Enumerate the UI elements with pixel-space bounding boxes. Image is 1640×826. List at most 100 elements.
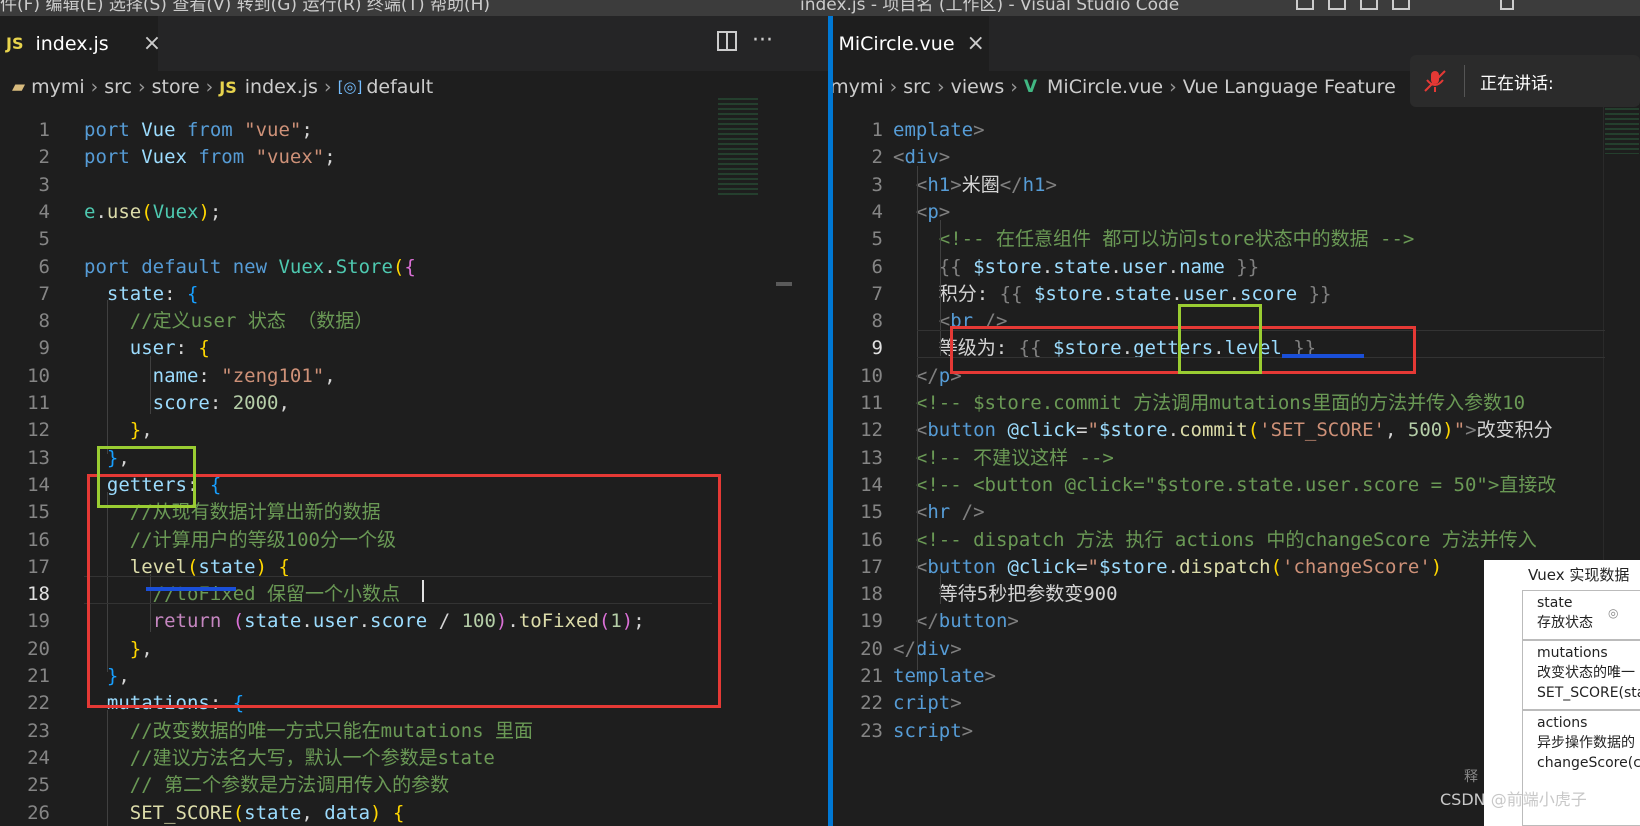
line-text: name: "zeng101", bbox=[84, 362, 336, 390]
token: 100 bbox=[461, 610, 496, 633]
line-text: }, bbox=[84, 635, 153, 663]
breadcrumb-item[interactable]: src bbox=[903, 76, 931, 98]
level-underline bbox=[146, 587, 236, 591]
cell-code: SET_SCORE(sta bbox=[1537, 685, 1640, 701]
token: . bbox=[507, 610, 519, 633]
token: </ bbox=[915, 610, 939, 633]
layout-toggle-panel-icon[interactable] bbox=[1328, 0, 1346, 10]
token: port bbox=[84, 255, 142, 278]
layout-toggle-secondary-icon[interactable] bbox=[1360, 0, 1378, 10]
close-icon[interactable]: × bbox=[143, 31, 161, 56]
line-number: 24 bbox=[27, 746, 50, 769]
breadcrumb-item[interactable]: index.js bbox=[245, 76, 318, 98]
line-number: 10 bbox=[27, 364, 50, 387]
breadcrumb-item[interactable]: default bbox=[366, 76, 433, 98]
line-text: </p> bbox=[893, 362, 962, 390]
token: . bbox=[1167, 419, 1180, 442]
breadcrumb-item[interactable]: mymi bbox=[31, 76, 85, 98]
vue-file-icon: V bbox=[1023, 77, 1038, 97]
token: <!-- 在任意组件 都可以访问store状态中的数据 --> bbox=[938, 228, 1415, 251]
token: ; bbox=[301, 119, 313, 141]
scrollbar-thumb[interactable] bbox=[776, 282, 792, 286]
token: mutations bbox=[106, 692, 210, 715]
token: : bbox=[164, 282, 187, 305]
token: state bbox=[1053, 255, 1111, 278]
line-text: return (state.user.score / 100).toFixed(… bbox=[84, 607, 645, 635]
line-number: 14 bbox=[27, 473, 50, 496]
layout-toggle-sidebar-icon[interactable] bbox=[1296, 0, 1314, 10]
breadcrumb-item[interactable]: views bbox=[951, 76, 1005, 98]
close-icon[interactable]: × bbox=[967, 31, 985, 56]
token: > bbox=[973, 119, 985, 141]
split-editor-icon[interactable] bbox=[716, 30, 738, 52]
line-text: state: { bbox=[84, 280, 199, 308]
token: ( bbox=[186, 555, 199, 578]
token: template bbox=[893, 665, 985, 687]
tab-index-js[interactable]: JS index.js × bbox=[0, 16, 161, 71]
token: score bbox=[1239, 282, 1298, 305]
token: user bbox=[129, 337, 176, 360]
token: > bbox=[1465, 419, 1477, 442]
token: ( bbox=[232, 610, 245, 633]
muted-mic-icon[interactable] bbox=[1422, 68, 1448, 94]
breadcrumb-item[interactable]: src bbox=[104, 76, 132, 98]
line-text: <div> bbox=[893, 143, 950, 171]
token: from bbox=[186, 119, 245, 141]
token: Vuex bbox=[152, 200, 199, 223]
token: ( bbox=[392, 255, 405, 278]
tab-micircle-vue[interactable]: V MiCircle.vue × bbox=[833, 16, 989, 71]
token: default bbox=[141, 255, 233, 278]
watermark: CSDN @前端小虎子 bbox=[1440, 790, 1587, 809]
layout-customize-icon[interactable] bbox=[1392, 0, 1410, 10]
breadcrumb-item[interactable]: Vue Language Feature bbox=[1183, 76, 1396, 98]
indent-guide bbox=[150, 356, 151, 414]
token: name bbox=[1179, 255, 1225, 278]
line-number: 15 bbox=[860, 501, 883, 524]
breadcrumb-item[interactable]: store bbox=[152, 76, 200, 98]
line-text: {{ $store.state.user.name }} bbox=[893, 253, 1259, 281]
token: score bbox=[370, 610, 428, 633]
cell-title: state bbox=[1537, 595, 1573, 611]
more-actions-icon[interactable]: ··· bbox=[752, 28, 773, 53]
minimap[interactable] bbox=[718, 98, 758, 198]
line-text: 积分: {{ $store.state.user.score }} bbox=[893, 280, 1332, 308]
breadcrumb-item[interactable]: MiCircle.vue bbox=[1047, 76, 1163, 98]
line-text: // 第二个参数是方法调用传入的参数 bbox=[84, 771, 449, 799]
line-text: <!-- $store.commit 方法调用mutations里面的方法并传入… bbox=[893, 389, 1525, 417]
token: } bbox=[129, 637, 142, 660]
token: user bbox=[1182, 282, 1229, 305]
token: > bbox=[1045, 173, 1057, 196]
token: $store bbox=[1098, 555, 1168, 578]
line-number: 4 bbox=[38, 200, 50, 223]
token: 500 bbox=[1407, 419, 1443, 442]
line-number: 3 bbox=[871, 173, 883, 196]
token: $store bbox=[1098, 419, 1168, 442]
line-text: mutations: { bbox=[84, 689, 244, 717]
line-text: //从现有数据计算出新的数据 bbox=[84, 498, 381, 526]
token: $store bbox=[1033, 282, 1103, 305]
token: $store bbox=[973, 255, 1042, 278]
token: commit bbox=[1179, 419, 1248, 442]
token: , bbox=[141, 419, 153, 442]
token: // 第二个参数是方法调用传入的参数 bbox=[129, 774, 450, 797]
token: . bbox=[1228, 282, 1240, 305]
token: ) bbox=[621, 610, 634, 633]
token: //从现有数据计算出新的数据 bbox=[129, 501, 381, 524]
token: toFixed bbox=[518, 610, 599, 633]
line-number: 7 bbox=[38, 282, 50, 305]
minimize-icon[interactable] bbox=[1500, 0, 1514, 10]
token: , bbox=[118, 665, 130, 687]
line-number: 21 bbox=[27, 665, 50, 687]
breadcrumb-item[interactable]: mymi bbox=[833, 76, 884, 98]
line-text: user: { bbox=[84, 334, 210, 362]
token: 'SET_SCORE' bbox=[1259, 419, 1386, 442]
token: Vuex bbox=[141, 146, 199, 169]
tab-bar: JS index.js × ··· bbox=[0, 16, 828, 71]
token: ) bbox=[1430, 555, 1443, 578]
token: //改变数据的唯一方式只能在mutations 里面 bbox=[129, 719, 534, 742]
menu-bar[interactable]: 件(F) 编辑(E) 选择(S) 查看(V) 转到(G) 运行(R) 终端(T)… bbox=[0, 0, 490, 15]
line-number: 6 bbox=[38, 255, 50, 278]
